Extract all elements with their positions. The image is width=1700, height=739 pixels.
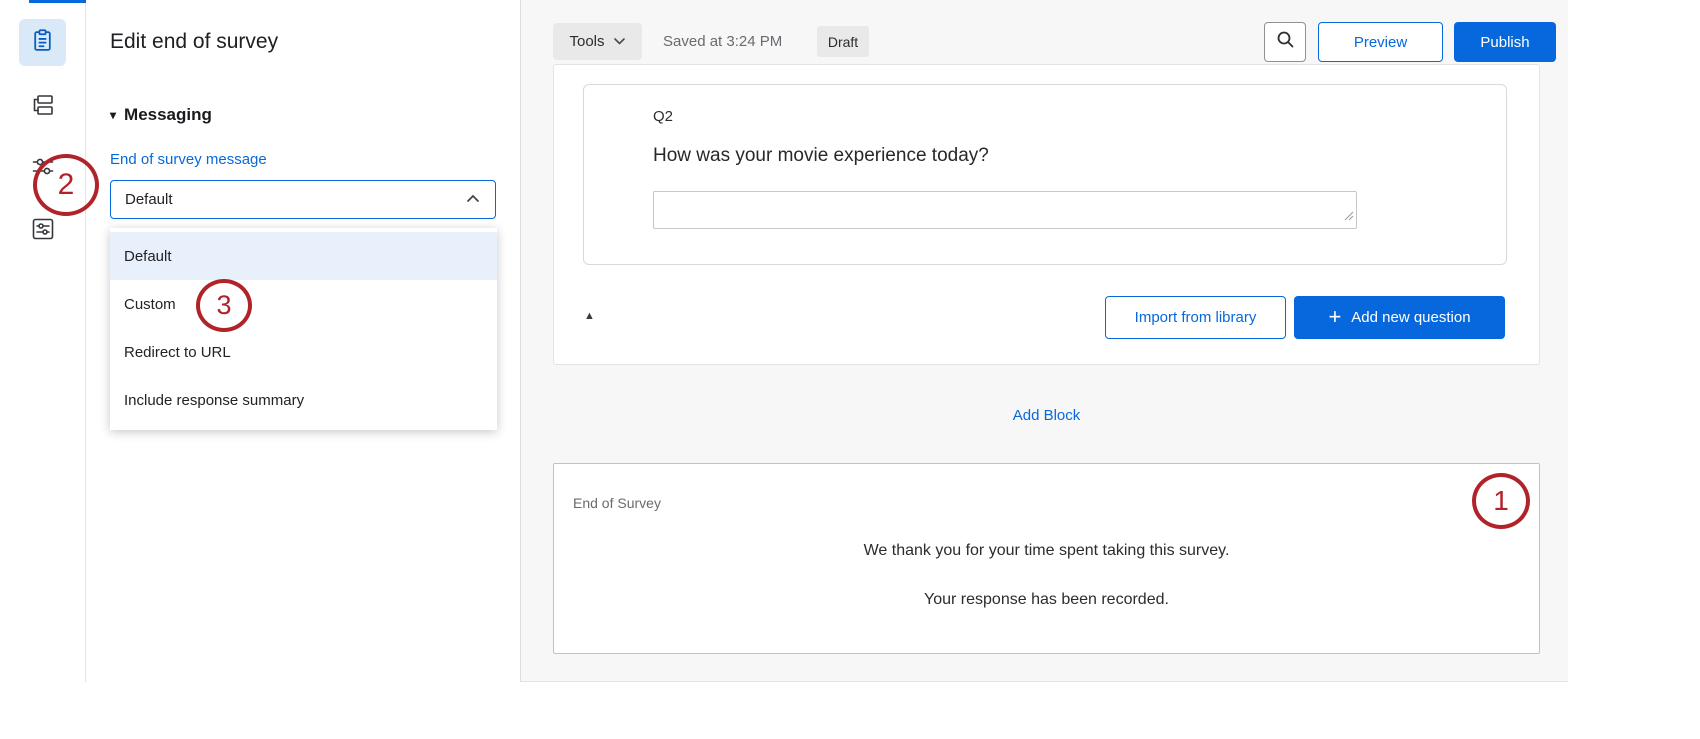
left-icon-rail: [0, 0, 86, 682]
search-button[interactable]: [1264, 22, 1306, 62]
survey-flow-icon: [30, 92, 56, 123]
menu-option-default[interactable]: Default: [110, 232, 497, 280]
menu-option-redirect-to-url[interactable]: Redirect to URL: [110, 328, 497, 376]
plus-icon: +: [1328, 306, 1341, 328]
add-new-question-button[interactable]: + Add new question: [1294, 296, 1505, 339]
resize-handle-icon[interactable]: [1344, 208, 1354, 226]
end-of-survey-message-menu: Default Custom Redirect to URL Include r…: [110, 228, 497, 430]
saved-status-text: Saved at 3:24 PM: [663, 33, 782, 50]
search-icon: [1276, 30, 1295, 54]
chevron-up-icon: [465, 191, 481, 208]
add-new-question-label: Add new question: [1351, 309, 1470, 326]
survey-editor-screen: Edit end of survey ▾ Messaging End of su…: [0, 0, 1700, 739]
preview-button[interactable]: Preview: [1318, 22, 1443, 62]
select-value: Default: [125, 191, 173, 208]
annotation-circle-3: 3: [196, 279, 252, 332]
end-of-survey-message-line2: Your response has been recorded.: [553, 591, 1540, 609]
end-of-survey-message-select[interactable]: Default: [110, 180, 496, 219]
draft-status-badge: Draft: [817, 26, 869, 57]
question-id-label: Q2: [653, 108, 673, 125]
question-card[interactable]: [583, 84, 1507, 265]
publish-button[interactable]: Publish: [1454, 22, 1556, 62]
sidebar-item-survey-builder[interactable]: [19, 19, 66, 66]
survey-builder-icon: [30, 28, 55, 58]
menu-option-custom[interactable]: Custom: [110, 280, 497, 328]
chevron-down-icon: [613, 33, 626, 50]
tools-label: Tools: [569, 33, 604, 50]
annotation-circle-1: 1: [1472, 473, 1530, 529]
tools-button[interactable]: Tools: [553, 23, 642, 60]
add-block-link[interactable]: Add Block: [553, 407, 1540, 424]
page-title: Edit end of survey: [110, 30, 278, 54]
menu-option-include-response-summary[interactable]: Include response summary: [110, 376, 497, 424]
survey-reports-icon: [30, 216, 56, 247]
messaging-caret-icon: ▾: [110, 108, 116, 122]
end-of-survey-message-link[interactable]: End of survey message: [110, 151, 267, 168]
import-from-library-button[interactable]: Import from library: [1105, 296, 1286, 339]
annotation-circle-2: 2: [33, 154, 99, 216]
sidebar-item-survey-flow[interactable]: [19, 84, 66, 131]
messaging-section-label: Messaging: [124, 105, 212, 125]
end-of-survey-label: End of Survey: [573, 495, 661, 511]
collapse-block-button[interactable]: ▲: [578, 304, 601, 328]
active-tab-indicator: [29, 0, 86, 3]
question-text[interactable]: How was your movie experience today?: [653, 145, 989, 167]
messaging-section-header[interactable]: ▾ Messaging: [110, 105, 212, 125]
end-of-survey-message-line1: We thank you for your time spent taking …: [553, 542, 1540, 560]
answer-textarea[interactable]: [653, 191, 1357, 229]
